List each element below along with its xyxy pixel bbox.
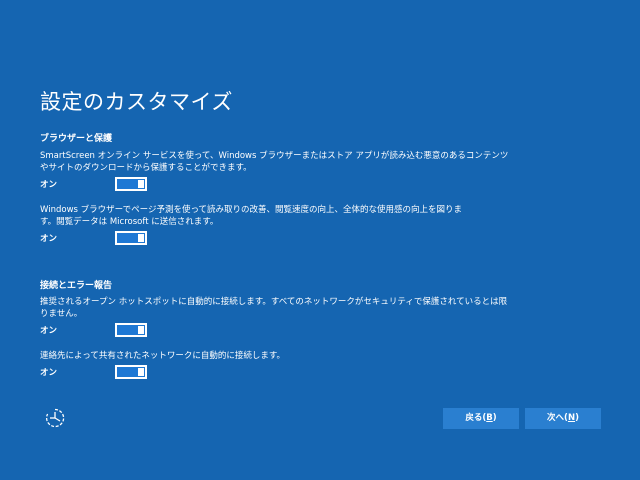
toggle-state-label: オン bbox=[40, 326, 58, 336]
smartscreen-toggle[interactable] bbox=[115, 177, 147, 191]
description-line: 推奨されるオープン ホットスポットに自動的に接続します。すべてのネットワークがセ… bbox=[40, 297, 508, 307]
page-title: 設定のカスタマイズ bbox=[40, 90, 233, 114]
next-access-key: N bbox=[567, 413, 576, 423]
back-button-label: 戻る( bbox=[465, 413, 487, 423]
description-line: す。閲覧データは Microsoft に送信されます。 bbox=[40, 217, 219, 227]
next-button-close: ) bbox=[575, 413, 579, 423]
description-line: Windows ブラウザーでページ予測を使って読み取りの改善、閲覧速度の向上、全… bbox=[40, 205, 463, 215]
description-line: やサイトのダウンロードから保護することができます。 bbox=[40, 163, 252, 173]
toggle-knob bbox=[138, 368, 144, 376]
section-heading-browser: ブラウザーと保護 bbox=[40, 134, 113, 144]
smartscreen-toggle-row: オン bbox=[40, 177, 160, 191]
hotspot-toggle[interactable] bbox=[115, 323, 147, 337]
toggle-state-label: オン bbox=[40, 368, 58, 378]
section-heading-connectivity: 接続とエラー報告 bbox=[40, 281, 113, 291]
description-line: 連絡先によって共有されたネットワークに自動的に接続します。 bbox=[40, 351, 285, 361]
next-button[interactable]: 次へ(N) bbox=[525, 408, 601, 429]
ease-of-access-glyph bbox=[45, 408, 65, 428]
page-prediction-toggle[interactable] bbox=[115, 231, 147, 245]
page-prediction-toggle-row: オン bbox=[40, 231, 160, 245]
page-prediction-description: Windows ブラウザーでページ予測を使って読み取りの改善、閲覧速度の向上、全… bbox=[40, 204, 470, 228]
shared-network-toggle-row: オン bbox=[40, 365, 160, 379]
description-line: りません。 bbox=[40, 309, 83, 319]
back-button-close: ) bbox=[492, 413, 497, 423]
ease-of-access-icon[interactable] bbox=[44, 407, 66, 429]
toggle-knob bbox=[138, 326, 144, 334]
shared-network-description: 連絡先によって共有されたネットワークに自動的に接続します。 bbox=[40, 350, 470, 362]
toggle-state-label: オン bbox=[40, 180, 58, 190]
shared-network-toggle[interactable] bbox=[115, 365, 147, 379]
next-button-label: 次へ( bbox=[547, 413, 568, 423]
hotspot-description: 推奨されるオープン ホットスポットに自動的に接続します。すべてのネットワークがセ… bbox=[40, 296, 508, 320]
back-button[interactable]: 戻る(B) bbox=[443, 408, 519, 429]
hotspot-toggle-row: オン bbox=[40, 323, 160, 337]
smartscreen-description: SmartScreen オンライン サービスを使って、Windows ブラウザー… bbox=[40, 150, 509, 174]
toggle-knob bbox=[138, 180, 144, 188]
toggle-knob bbox=[138, 234, 144, 242]
toggle-state-label: オン bbox=[40, 234, 58, 244]
description-line: SmartScreen オンライン サービスを使って、Windows ブラウザー… bbox=[40, 151, 509, 161]
